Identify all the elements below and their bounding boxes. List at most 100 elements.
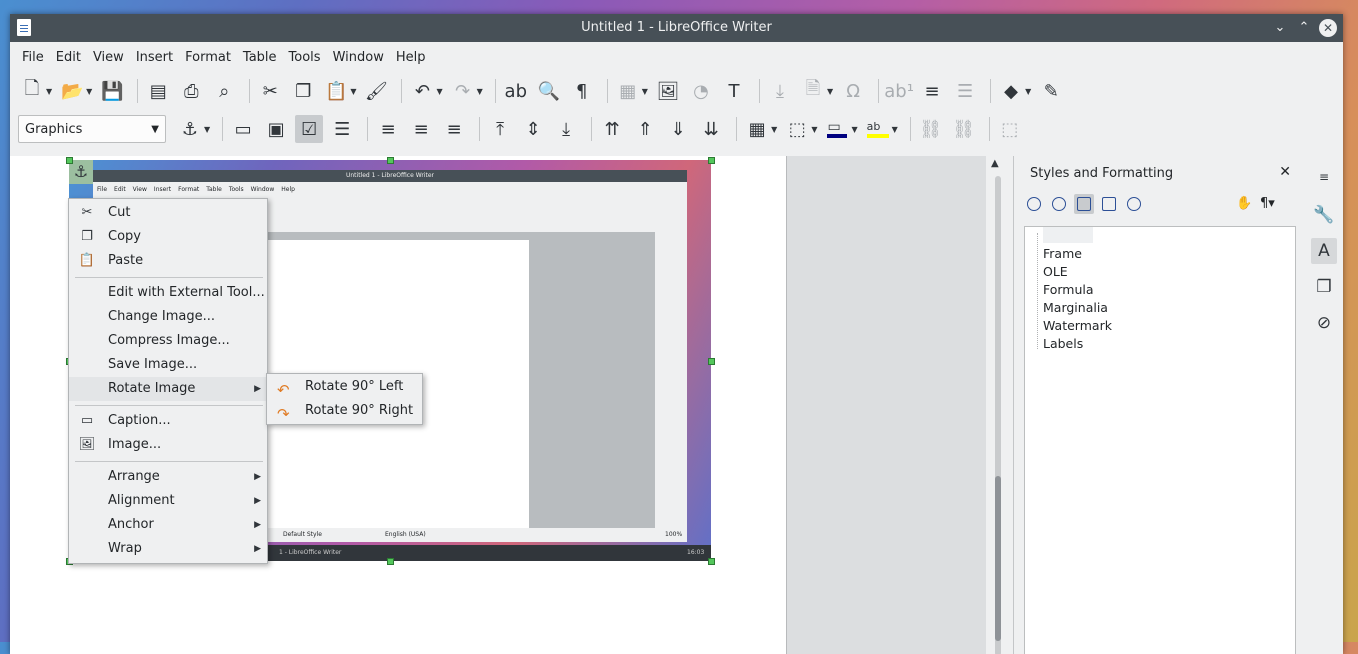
character-styles-icon[interactable]	[1049, 194, 1069, 214]
menu-item-save-image[interactable]: Save Image...	[69, 353, 267, 377]
menu-item-paste[interactable]: 📋 Paste	[69, 249, 267, 273]
styles-icon[interactable]: A	[1311, 238, 1337, 264]
bring-to-front-icon[interactable]: ⇈	[598, 115, 626, 143]
align-top-icon[interactable]: ⤒	[486, 115, 514, 143]
paste-icon[interactable]: 📋	[322, 77, 350, 105]
clone-formatting-icon[interactable]: 🖌	[362, 77, 390, 105]
send-to-back-icon[interactable]: ⇊	[697, 115, 725, 143]
link-frames-icon[interactable]: ⛓	[917, 115, 945, 143]
borders-dropdown-icon[interactable]: ▼	[771, 125, 777, 134]
undo-dropdown-icon[interactable]: ▼	[436, 87, 442, 96]
menu-item-image-props[interactable]: 🖼 Image...	[69, 433, 267, 457]
menu-item-anchor[interactable]: Anchor ▶	[69, 513, 267, 537]
menu-item-alignment[interactable]: Alignment ▶	[69, 489, 267, 513]
wrap-optimal-icon[interactable]: ☑	[295, 115, 324, 143]
menu-insert[interactable]: Insert	[130, 50, 179, 65]
open-dropdown-icon[interactable]: ▼	[86, 87, 92, 96]
selection-handle[interactable]	[708, 558, 715, 565]
table-dropdown-icon[interactable]: ▼	[642, 87, 648, 96]
frame-styles-icon[interactable]	[1074, 194, 1094, 214]
formatting-marks-icon[interactable]: ¶	[568, 77, 596, 105]
menu-item-compress-image[interactable]: Compress Image...	[69, 329, 267, 353]
menu-help[interactable]: Help	[390, 50, 432, 65]
gallery-icon[interactable]: ❐	[1311, 274, 1337, 300]
borders-icon[interactable]: ▦	[743, 115, 771, 143]
new-dropdown-icon[interactable]: ▼	[46, 87, 52, 96]
footnote-icon[interactable]: ab¹	[884, 77, 914, 105]
field-dropdown-icon[interactable]: ▼	[827, 87, 833, 96]
wrap-through-icon[interactable]: ☰	[328, 115, 356, 143]
style-item-frame[interactable]: Frame	[1043, 246, 1082, 261]
menu-item-edit-external[interactable]: Edit with External Tool...	[69, 281, 267, 305]
print-preview-icon[interactable]: ⌕	[210, 77, 238, 105]
back-one-icon[interactable]: ⇓	[664, 115, 692, 143]
cut-icon[interactable]: ✂	[256, 77, 284, 105]
copy-icon[interactable]: ❐	[289, 77, 317, 105]
undo-icon[interactable]: ↶	[408, 77, 436, 105]
comment-icon[interactable]: ☰	[951, 77, 979, 105]
scroll-thumb[interactable]	[995, 476, 1001, 641]
sidebar-close-icon[interactable]: ✕	[1279, 164, 1291, 180]
frame-properties-icon[interactable]: ⬚	[996, 115, 1024, 143]
vertical-scrollbar[interactable]: ▲	[990, 156, 1006, 654]
insert-field-icon[interactable]: 🗎	[799, 77, 827, 105]
menu-item-caption[interactable]: ▭ Caption...	[69, 409, 267, 433]
new-style-icon[interactable]: ¶▾	[1260, 196, 1275, 211]
find-replace-icon[interactable]: 🔍	[535, 77, 563, 105]
insert-chart-icon[interactable]: ◔	[687, 77, 715, 105]
style-list[interactable]: Frame OLE Formula Marginalia Watermark L…	[1024, 226, 1296, 654]
align-bottom-icon[interactable]: ⤓	[552, 115, 580, 143]
properties-icon[interactable]: 🔧	[1311, 202, 1337, 228]
paste-dropdown-icon[interactable]: ▼	[350, 87, 356, 96]
track-changes-icon[interactable]: ≡	[918, 77, 946, 105]
save-icon[interactable]: 💾	[98, 77, 126, 105]
export-pdf-icon[interactable]: ▤	[144, 77, 172, 105]
border-style-icon[interactable]: ⬚	[783, 115, 811, 143]
menu-item-arrange[interactable]: Arrange ▶	[69, 465, 267, 489]
menu-format[interactable]: Format	[179, 50, 237, 65]
align-right-icon[interactable]: ≡	[440, 115, 468, 143]
insert-textbox-icon[interactable]: T	[720, 77, 748, 105]
menu-view[interactable]: View	[87, 50, 130, 65]
anchor-icon[interactable]: ⚓	[176, 115, 204, 143]
page-styles-icon[interactable]	[1099, 194, 1119, 214]
wrap-off-icon[interactable]: ▭	[229, 115, 257, 143]
fill-format-icon[interactable]: ✋	[1236, 196, 1252, 211]
selection-handle[interactable]	[387, 157, 394, 164]
open-folder-icon[interactable]: 📂	[58, 77, 86, 105]
list-styles-icon[interactable]	[1124, 194, 1144, 214]
maximize-button[interactable]: ⌃	[1295, 19, 1313, 37]
special-character-icon[interactable]: Ω	[839, 77, 867, 105]
border-color-icon[interactable]: ▭	[823, 115, 851, 143]
navigator-icon[interactable]: ⊘	[1311, 310, 1337, 336]
menu-file[interactable]: File	[16, 50, 50, 65]
spellcheck-icon[interactable]: ab	[502, 77, 530, 105]
menu-table[interactable]: Table	[237, 50, 283, 65]
redo-icon[interactable]: ↷	[449, 77, 477, 105]
menu-item-wrap[interactable]: Wrap ▶	[69, 537, 267, 561]
scroll-up-icon[interactable]: ▲	[991, 158, 999, 169]
new-document-icon[interactable]: 🗋	[18, 77, 46, 105]
style-item-labels[interactable]: Labels	[1043, 336, 1083, 351]
insert-image-icon[interactable]: 🖼	[654, 77, 682, 105]
paragraph-styles-icon[interactable]	[1024, 194, 1044, 214]
style-item-formula[interactable]: Formula	[1043, 282, 1094, 297]
shapes-icon[interactable]: ◆	[997, 77, 1025, 105]
menu-window[interactable]: Window	[327, 50, 390, 65]
style-item-ole[interactable]: OLE	[1043, 264, 1068, 279]
shapes-dropdown-icon[interactable]: ▼	[1025, 87, 1031, 96]
anchor-dropdown-icon[interactable]: ▼	[204, 125, 210, 134]
menu-item-change-image[interactable]: Change Image...	[69, 305, 267, 329]
menu-item-copy[interactable]: ❐ Copy	[69, 225, 267, 249]
border-color-dropdown-icon[interactable]: ▼	[851, 125, 857, 134]
selection-handle[interactable]	[387, 558, 394, 565]
print-icon[interactable]: ⎙	[177, 77, 205, 105]
menu-tools[interactable]: Tools	[283, 50, 327, 65]
forward-one-icon[interactable]: ⇑	[631, 115, 659, 143]
page-break-icon[interactable]: ⤓	[766, 77, 794, 105]
unlink-frames-icon[interactable]: ⛓	[950, 115, 978, 143]
align-left-icon[interactable]: ≡	[374, 115, 402, 143]
align-middle-icon[interactable]: ⇕	[519, 115, 547, 143]
selection-handle[interactable]	[708, 358, 715, 365]
menu-item-rotate-right[interactable]: ↷ Rotate 90° Right	[267, 399, 422, 423]
